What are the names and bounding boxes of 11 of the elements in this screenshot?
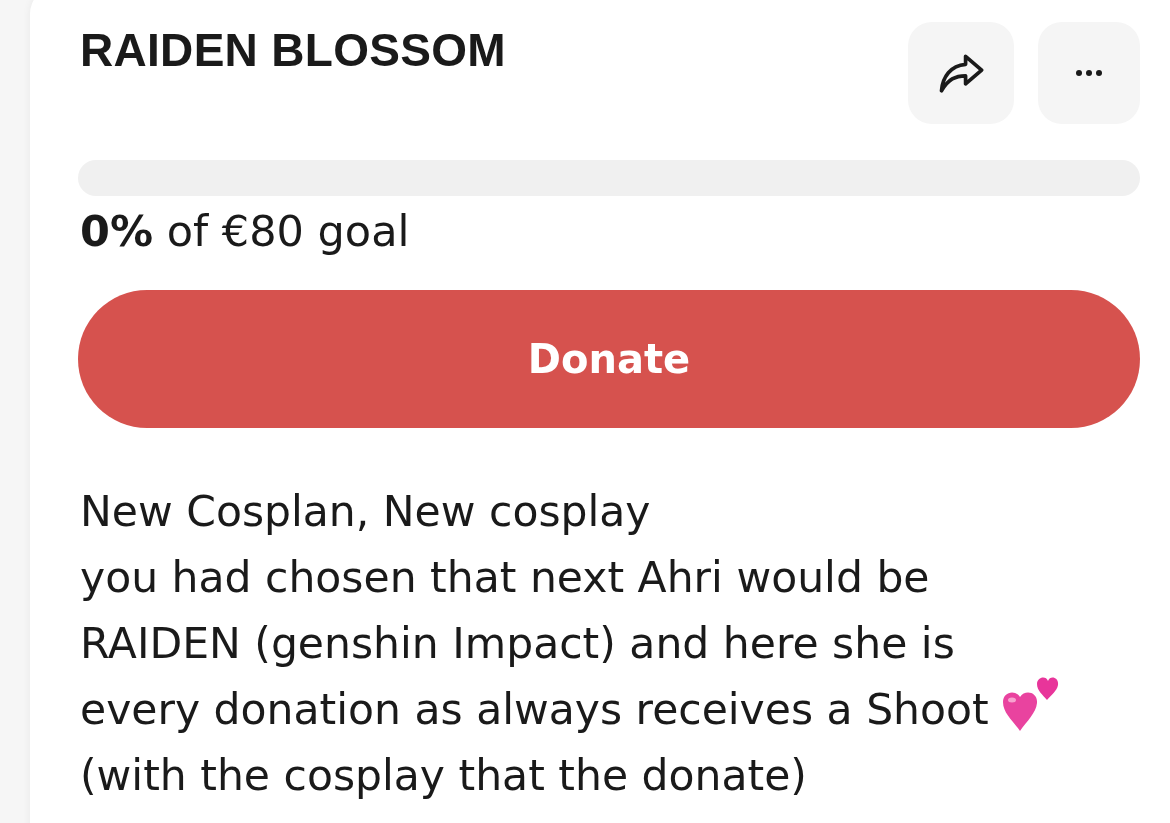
- share-icon: [938, 53, 984, 93]
- description-text: RAIDEN (genshin Impact) and here she is: [80, 618, 955, 670]
- description-text: New Cosplan, New cosplay: [80, 486, 651, 538]
- description-text: every donation as always receives a Shoot: [80, 684, 989, 736]
- donate-button[interactable]: Donate: [78, 290, 1140, 428]
- description-text: (with the cosplay that the donate): [80, 750, 807, 802]
- description-text: you had chosen that next Ahri would be: [80, 552, 930, 604]
- campaign-title: RAIDEN BLOSSOM: [80, 24, 506, 77]
- share-button[interactable]: [908, 22, 1014, 124]
- goal-text: 0% of €80 goal: [80, 206, 411, 256]
- more-icon: [1076, 70, 1102, 76]
